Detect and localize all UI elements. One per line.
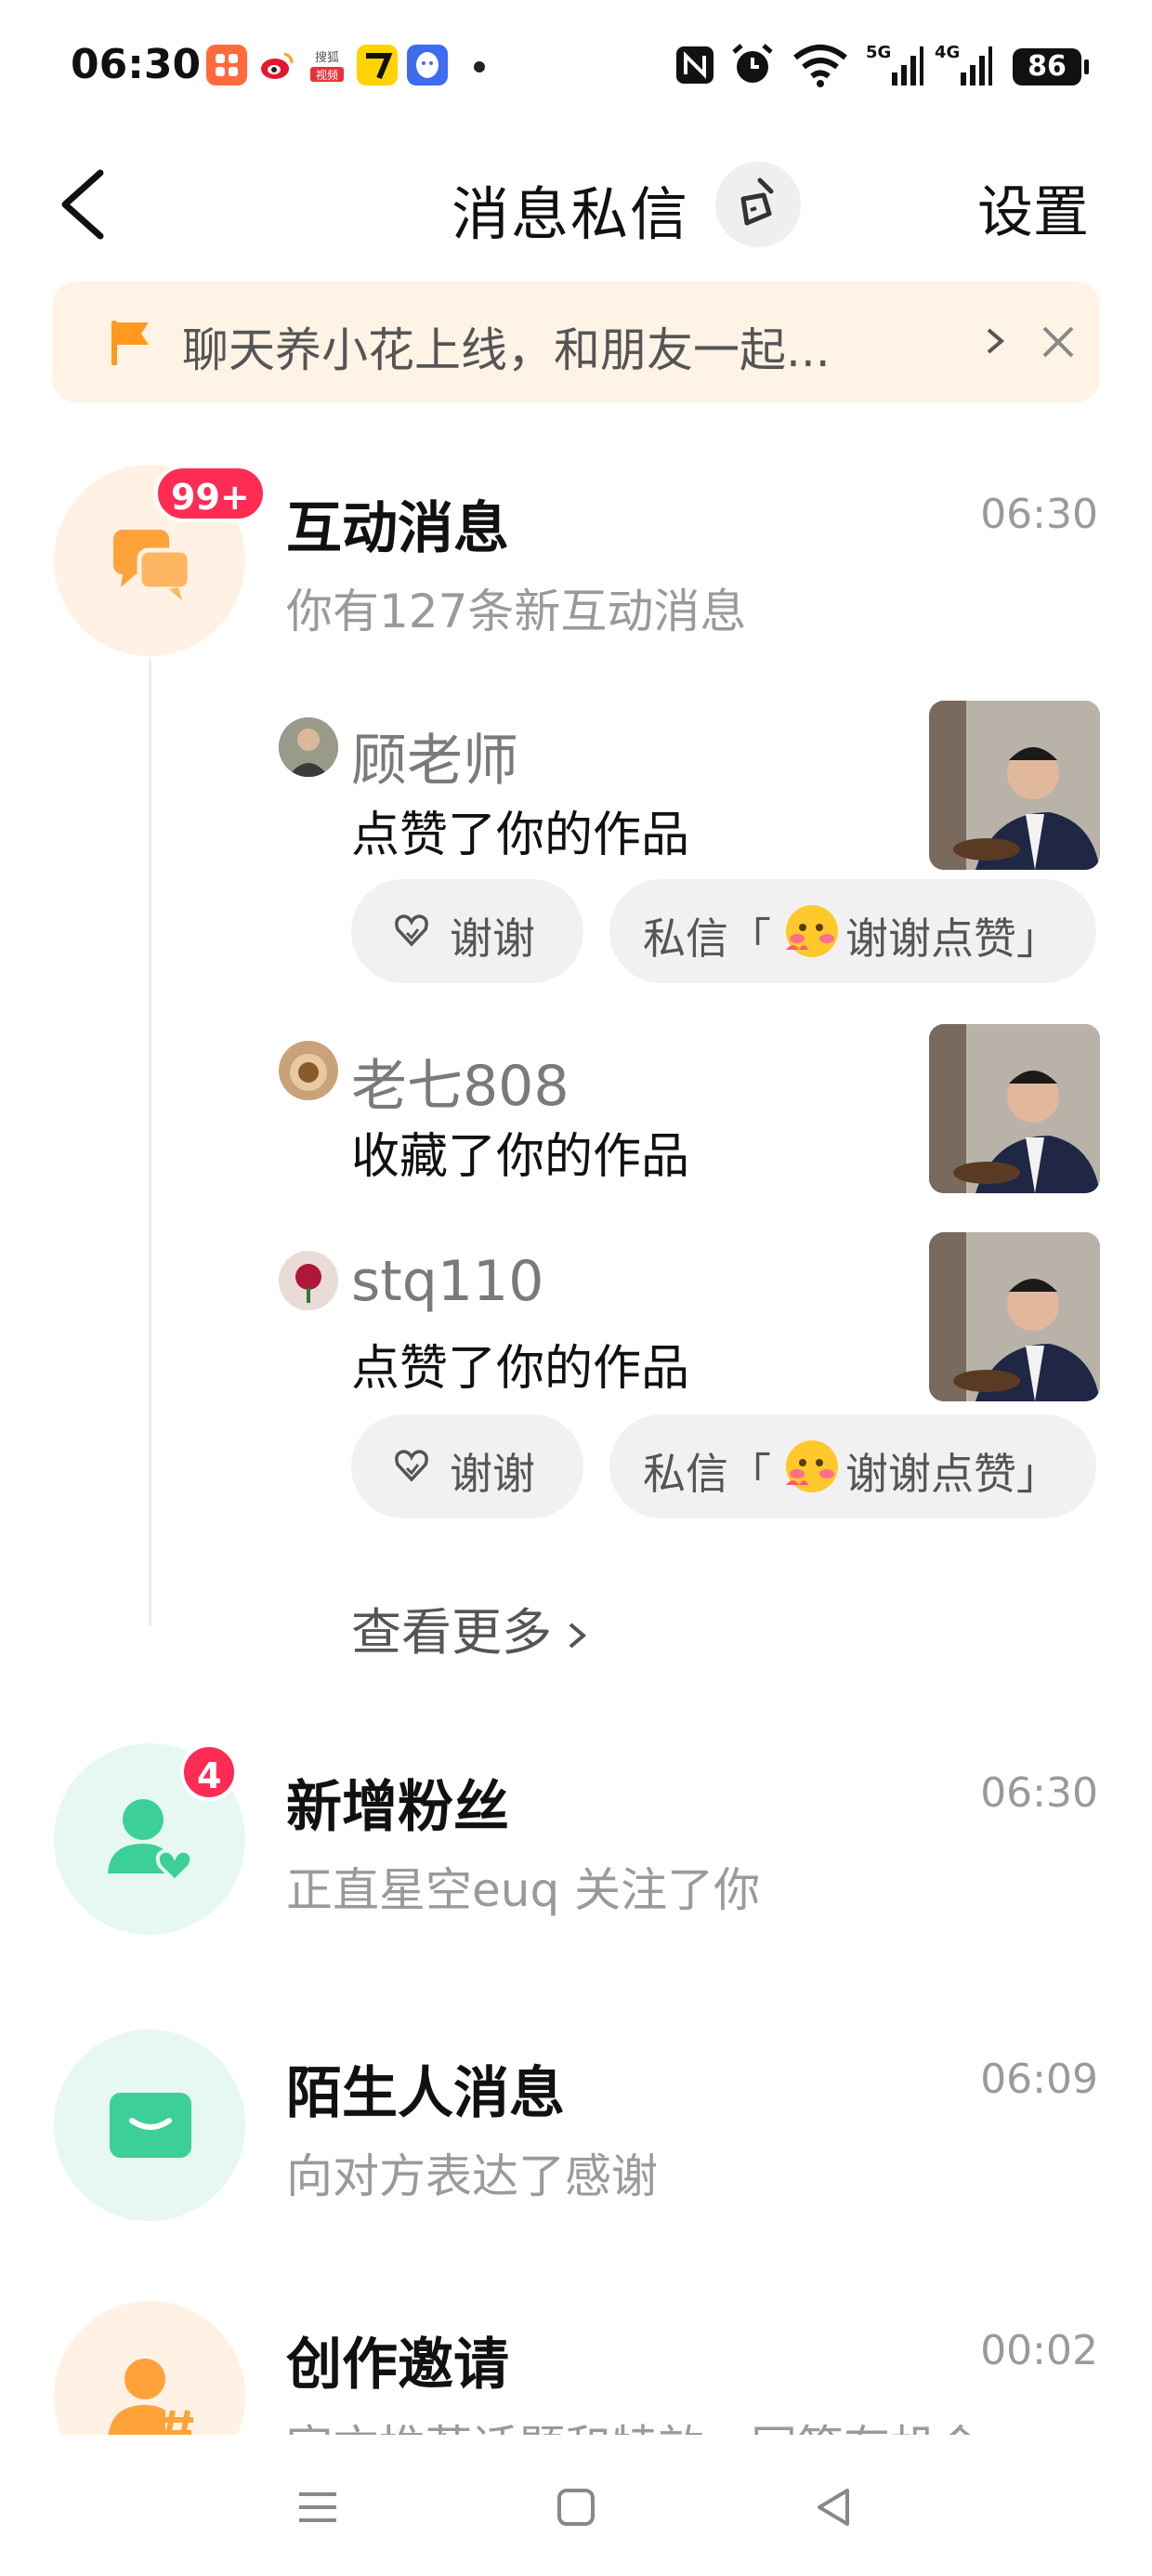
interactions-row[interactable]: 99+ 互动消息 06:30 你有127条新互动消息 <box>0 465 1152 656</box>
alarm-icon <box>732 44 773 83</box>
row-subtitle: 官方推荐话题和特效，同等有机会 <box>286 2411 983 2435</box>
dm-prefix: 私信「 <box>643 1449 771 1499</box>
row-time: 06:09 <box>980 2056 1098 2103</box>
dm-suffix: 谢谢点赞」 <box>845 1449 1059 1499</box>
4g-label: 4G <box>935 43 960 62</box>
creation-invites-row[interactable]: 创作邀请 00:02 官方推荐话题和特效，同等有机会 <box>0 2301 1152 2435</box>
row-time: 00:02 <box>980 2327 1098 2374</box>
row-subtitle: 你有127条新互动消息 <box>286 585 747 638</box>
header: 消息私信 设置 <box>0 130 1152 269</box>
user-name[interactable]: stq110 <box>351 1249 543 1314</box>
user-avatar[interactable] <box>279 1041 338 1100</box>
user-avatar[interactable] <box>279 1251 338 1310</box>
thanks-label: 谢谢 <box>450 1449 535 1499</box>
blushing-face-icon <box>786 905 838 957</box>
promo-banner[interactable]: 聊天养小花上线，和朋友一起... <box>52 282 1100 402</box>
dm-thanks-button[interactable]: 私信「 谢谢点赞」 <box>609 879 1096 983</box>
post-thumbnail[interactable] <box>929 701 1100 870</box>
user-name[interactable]: 老七808 <box>351 1041 569 1122</box>
broom-icon <box>740 177 774 226</box>
flag-icon <box>111 321 149 365</box>
back-triangle-icon[interactable] <box>806 2479 862 2535</box>
status-bar: 06:30 搜狐 视频 5G 4G 86 <box>0 0 1152 130</box>
heart-hand-icon <box>395 914 428 947</box>
xiaohongshu-icon <box>206 45 247 85</box>
settings-button[interactable]: 设置 <box>977 167 1089 248</box>
banner-text: 聊天养小花上线，和朋友一起... <box>182 323 831 377</box>
wifi-icon <box>793 45 847 87</box>
action-text: 点赞了你的作品 <box>351 808 690 863</box>
row-subtitle: 正直星空euq 关注了你 <box>286 1863 761 1917</box>
envelope-icon <box>110 2093 191 2158</box>
dm-suffix: 谢谢点赞」 <box>845 913 1059 964</box>
sohu-video-icon: 搜狐 视频 <box>307 45 347 85</box>
close-icon[interactable] <box>1037 321 1080 363</box>
chevron-right-icon <box>569 1623 587 1649</box>
heart-hand-icon <box>395 1450 428 1482</box>
thanks-button[interactable]: 谢谢 <box>351 1414 583 1518</box>
thread-line <box>149 660 151 1626</box>
messages-screen: 06:30 搜狐 视频 5G 4G 86 消息私信 设置 聊天养小花上线，和朋友… <box>0 0 1152 2576</box>
sohu-label-bottom: 视频 <box>316 68 338 82</box>
action-text: 点赞了你的作品 <box>351 1341 690 1397</box>
stranger-avatar <box>54 2030 245 2221</box>
row-time: 06:30 <box>980 491 1098 538</box>
clear-unread-button[interactable] <box>715 162 801 247</box>
qq-icon <box>407 45 448 85</box>
row-title: 新增粉丝 <box>286 1775 509 1840</box>
creation-clip: 创作邀请 00:02 官方推荐话题和特效，同等有机会 <box>0 2286 1152 2435</box>
row-title: 陌生人消息 <box>286 2061 565 2126</box>
row-time: 06:30 <box>980 1769 1098 1817</box>
see-more-label: 查看更多 <box>351 1603 552 1662</box>
stranger-messages-row[interactable]: 陌生人消息 06:09 向对方表达了感谢 <box>0 2030 1152 2221</box>
row-title: 互动消息 <box>286 496 509 561</box>
menu-icon[interactable] <box>290 2479 346 2535</box>
system-nav-bar <box>0 2435 1152 2576</box>
user-hashtag-icon <box>108 2359 193 2435</box>
chevron-right-icon[interactable] <box>981 322 1009 360</box>
see-more-link[interactable]: 查看更多 <box>351 1591 591 1664</box>
weibo-icon <box>256 45 297 85</box>
creation-avatar <box>54 2301 245 2435</box>
more-notifications-dot <box>474 61 485 72</box>
blushing-face-icon <box>786 1440 838 1492</box>
thanks-button[interactable]: 谢谢 <box>351 879 583 983</box>
post-thumbnail[interactable] <box>929 1232 1100 1401</box>
row-subtitle: 向对方表达了感谢 <box>286 2149 658 2203</box>
5g-label: 5G <box>866 43 891 62</box>
sohu-label-top: 搜狐 <box>315 51 339 65</box>
action-text: 收藏了你的作品 <box>351 1129 690 1185</box>
row-title: 创作邀请 <box>286 2333 509 2398</box>
back-button[interactable] <box>52 158 126 251</box>
user-avatar[interactable] <box>279 717 338 777</box>
nfc-icon <box>676 46 713 84</box>
home-icon[interactable] <box>548 2479 604 2535</box>
unread-badge: 4 <box>180 1743 239 1801</box>
back-arrow-icon <box>61 169 104 240</box>
5g-signal-icon: 5G <box>866 43 923 85</box>
status-time: 06:30 <box>71 41 202 88</box>
user-name[interactable]: 顾老师 <box>351 716 518 796</box>
new-fans-row[interactable]: 4 新增粉丝 06:30 正直星空euq 关注了你 <box>0 1743 1152 1935</box>
thanks-label: 谢谢 <box>450 913 535 964</box>
dm-thanks-button[interactable]: 私信「 谢谢点赞」 <box>609 1414 1096 1518</box>
battery-indicator: 86 <box>1013 48 1089 85</box>
dm-prefix: 私信「 <box>643 913 771 964</box>
qimao-icon <box>357 45 398 85</box>
unread-badge: 99+ <box>154 465 267 522</box>
4g-signal-icon: 4G <box>935 43 992 85</box>
post-thumbnail[interactable] <box>929 1024 1100 1193</box>
page-title: 消息私信 <box>452 180 690 248</box>
